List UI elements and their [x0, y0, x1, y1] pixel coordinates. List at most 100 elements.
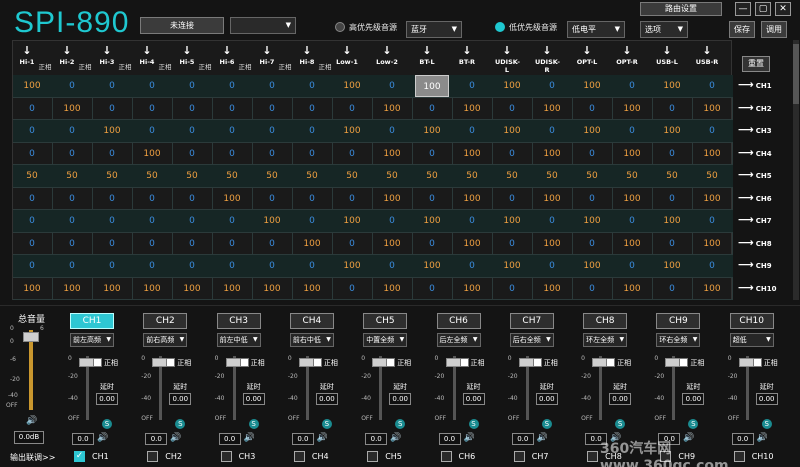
matrix-cell[interactable]: 0	[175, 233, 209, 255]
matrix-cell[interactable]: 100	[295, 233, 329, 255]
matrix-cell[interactable]: 100	[655, 210, 689, 232]
matrix-cell[interactable]: 0	[175, 143, 209, 165]
matrix-cell[interactable]: 0	[295, 188, 329, 210]
channel-phase-toggle[interactable]: 正相	[239, 358, 265, 368]
matrix-cell[interactable]: 100	[495, 120, 529, 142]
high-priority-radio[interactable]: 高优先级音源	[335, 22, 397, 34]
delay-value[interactable]: 0.00	[96, 393, 118, 405]
matrix-cell[interactable]: 0	[415, 188, 449, 210]
matrix-cell[interactable]: 0	[375, 210, 409, 232]
matrix-cell[interactable]: 0	[655, 188, 689, 210]
matrix-cell[interactable]: 0	[135, 210, 169, 232]
matrix-cell[interactable]: 100	[695, 278, 729, 300]
options-menu[interactable]: 选项 ▼	[640, 21, 688, 38]
matrix-cell[interactable]: 0	[375, 255, 409, 277]
channel-button-ch2[interactable]: CH2	[143, 313, 188, 329]
matrix-input-hi-5[interactable]: ↓ Hi-5	[175, 41, 199, 73]
matrix-cell[interactable]: 100	[575, 75, 609, 97]
matrix-cell[interactable]: 50	[135, 165, 169, 187]
matrix-cell[interactable]: 0	[175, 120, 209, 142]
delay-value[interactable]: 0.00	[462, 393, 485, 405]
matrix-cell[interactable]: 100	[55, 278, 89, 300]
matrix-cell[interactable]: 0	[335, 98, 369, 120]
channel-volume-value[interactable]: 0.0	[365, 433, 388, 445]
speaker-icon[interactable]: 🔊	[317, 433, 328, 443]
settings-s-icon[interactable]: S	[468, 419, 479, 429]
matrix-cell[interactable]: 0	[695, 75, 729, 97]
matrix-cell[interactable]: 0	[135, 233, 169, 255]
matrix-cell[interactable]: 0	[135, 75, 169, 97]
matrix-cell[interactable]: 100	[335, 210, 369, 232]
matrix-cell[interactable]: 100	[695, 98, 729, 120]
channel-phase-toggle[interactable]: 正相	[532, 358, 558, 368]
settings-s-icon[interactable]: S	[761, 419, 772, 429]
matrix-cell[interactable]: 0	[535, 75, 569, 97]
save-button[interactable]: 保存	[729, 21, 755, 38]
channel-volume-value[interactable]: 0.0	[72, 433, 94, 445]
matrix-cell[interactable]: 100	[415, 120, 449, 142]
matrix-cell[interactable]: 50	[495, 165, 529, 187]
matrix-cell[interactable]: 50	[575, 165, 609, 187]
settings-s-icon[interactable]: S	[615, 419, 626, 429]
maximize-icon[interactable]: ▢	[755, 2, 771, 16]
matrix-cell[interactable]: 100	[55, 98, 89, 120]
matrix-cell[interactable]: 100	[535, 188, 569, 210]
settings-s-icon[interactable]: S	[541, 419, 552, 429]
matrix-cell[interactable]: 100	[375, 278, 409, 300]
matrix-cell[interactable]: 100	[215, 188, 249, 210]
matrix-cell[interactable]: 0	[175, 188, 209, 210]
matrix-cell[interactable]: 0	[575, 233, 609, 255]
matrix-cell[interactable]: 100	[535, 143, 569, 165]
matrix-cell[interactable]: 100	[655, 120, 689, 142]
matrix-cell[interactable]: 0	[55, 75, 89, 97]
low-priority-select[interactable]: 低电平 ▼	[567, 21, 625, 38]
matrix-cell[interactable]: 50	[55, 165, 89, 187]
channel-button-ch8[interactable]: CH8	[583, 313, 628, 329]
matrix-cell[interactable]: 100	[535, 233, 569, 255]
matrix-cell[interactable]: 50	[215, 165, 249, 187]
channel-position-select[interactable]: 前左高频 ▼	[70, 333, 114, 347]
matrix-cell[interactable]: 100	[135, 143, 169, 165]
matrix-cell[interactable]: 100	[335, 120, 369, 142]
channel-link-checkbox[interactable]	[513, 451, 525, 462]
matrix-cell[interactable]: 100	[655, 255, 689, 277]
channel-position-select[interactable]: 前左中低 ▼	[216, 333, 261, 347]
delay-value[interactable]: 0.00	[609, 393, 632, 405]
channel-position-select[interactable]: 前右中低 ▼	[289, 333, 334, 347]
matrix-cell[interactable]: 0	[495, 188, 529, 210]
settings-s-icon[interactable]: S	[321, 419, 332, 429]
channel-phase-toggle[interactable]: 正相	[312, 358, 338, 368]
channel-button-ch4[interactable]: CH4	[289, 313, 334, 329]
matrix-cell[interactable]: 50	[255, 165, 289, 187]
matrix-cell[interactable]: 0	[215, 98, 249, 120]
matrix-cell[interactable]: 0	[135, 120, 169, 142]
matrix-cell[interactable]: 0	[415, 143, 449, 165]
matrix-input-low-1[interactable]: ↓ Low-1	[335, 41, 359, 73]
matrix-cell[interactable]: 0	[615, 120, 649, 142]
matrix-cell[interactable]: 0	[695, 255, 729, 277]
matrix-cell[interactable]: 0	[55, 233, 89, 255]
matrix-input-hi-6[interactable]: ↓ Hi-6	[215, 41, 239, 73]
matrix-cell[interactable]: 0	[55, 210, 89, 232]
matrix-cell[interactable]: 0	[135, 188, 169, 210]
channel-phase-toggle[interactable]: 正相	[752, 358, 778, 368]
matrix-cell[interactable]: 100	[695, 188, 729, 210]
matrix-cell[interactable]: 0	[55, 255, 89, 277]
matrix-cell[interactable]: 0	[15, 143, 49, 165]
matrix-cell[interactable]: 0	[655, 143, 689, 165]
matrix-cell[interactable]: 100	[695, 143, 729, 165]
matrix-input-bt-r[interactable]: ↓ BT-R	[455, 41, 479, 73]
matrix-cell[interactable]: 0	[415, 98, 449, 120]
matrix-cell[interactable]: 0	[455, 120, 489, 142]
matrix-cell[interactable]: 50	[15, 165, 49, 187]
matrix-cell[interactable]: 50	[415, 165, 449, 187]
matrix-cell[interactable]: 0	[215, 75, 249, 97]
scrollbar-thumb[interactable]	[793, 44, 799, 104]
channel-button-ch10[interactable]: CH10	[729, 313, 774, 329]
master-volume-value[interactable]: 0.0dB	[14, 431, 44, 444]
matrix-input-bt-l[interactable]: ↓ BT-L	[415, 41, 439, 73]
matrix-cell[interactable]: 100	[415, 255, 449, 277]
matrix-cell[interactable]: 0	[455, 75, 489, 97]
matrix-scrollbar[interactable]	[793, 40, 799, 300]
matrix-cell[interactable]: 50	[455, 165, 489, 187]
